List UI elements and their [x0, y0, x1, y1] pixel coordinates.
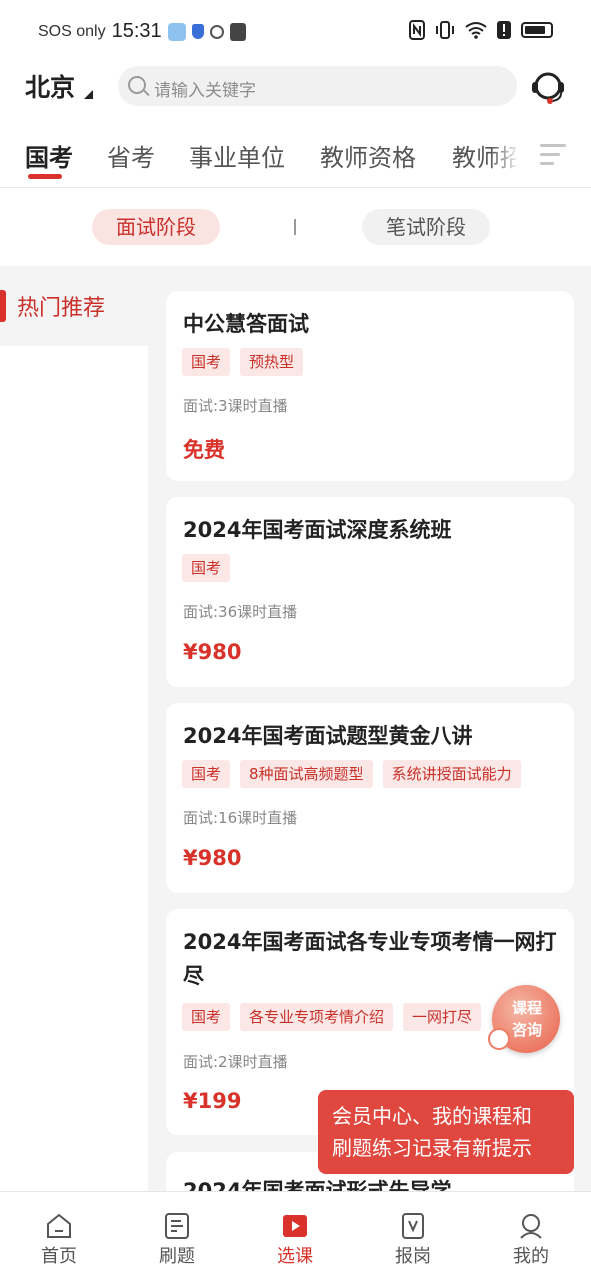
course-price: 免费	[183, 438, 225, 462]
course-tag: 国考	[182, 760, 231, 788]
course-card[interactable]: 中公慧答面试 国考 预热型 面试:3课时直播 免费	[166, 291, 574, 481]
course-lessons: 面试:3课时直播	[183, 397, 288, 415]
nav-label: 我的	[513, 1246, 549, 1267]
alert-icon	[497, 21, 511, 39]
search-icon	[128, 76, 146, 94]
wifi-icon	[465, 22, 487, 39]
course-tag: 预热型	[240, 348, 304, 376]
active-tab-indicator	[28, 174, 62, 179]
course-tag: 各专业专项考情介绍	[240, 1003, 394, 1031]
nav-label: 刷题	[159, 1246, 195, 1267]
bottom-nav: 首页 刷题 选课 报岗 我的	[0, 1191, 591, 1280]
interview-stage-pill[interactable]: 面试阶段	[92, 209, 220, 245]
sidebar-item-label: 热门推荐	[17, 296, 106, 321]
battery-icon	[521, 22, 553, 38]
home-icon	[47, 1213, 71, 1238]
nav-jobs[interactable]: 报岗	[354, 1192, 472, 1280]
clock: 15:31	[111, 20, 162, 42]
course-title: 2024年国考面试形式先导学	[183, 1179, 452, 1192]
header: 北京 请输入关键字	[0, 62, 591, 110]
status-right	[409, 20, 553, 40]
course-lessons: 面试:2课时直播	[183, 1053, 288, 1071]
weather-icon	[167, 22, 186, 41]
course-tags: 国考	[182, 554, 231, 582]
course-tag: 系统讲授面试能力	[382, 760, 521, 788]
nav-label: 报岗	[395, 1246, 431, 1267]
course-card[interactable]: 2024年国考面试题型黄金八讲 国考 8种面试高频题型 系统讲授面试能力 面试:…	[166, 703, 574, 893]
course-title: 中公慧答面试	[183, 312, 309, 336]
tab-jiaoshi-zige[interactable]: 教师资格	[320, 138, 416, 173]
bell-icon	[488, 1028, 510, 1050]
nav-label: 选课	[277, 1246, 313, 1267]
customer-service-icon[interactable]	[528, 66, 568, 106]
tab-shengkao[interactable]: 省考	[107, 138, 155, 173]
course-price: ¥199	[183, 1089, 242, 1113]
status-bar: SOS only 15:31	[0, 0, 591, 66]
search-placeholder: 请输入关键字	[154, 81, 256, 101]
course-title: 2024年国考面试题型黄金八讲	[183, 724, 473, 748]
sidebar-item-hot[interactable]: 热门推荐	[0, 266, 148, 346]
course-tag: 国考	[182, 348, 231, 376]
course-title: 2024年国考面试深度系统班	[183, 518, 452, 542]
course-tag: 国考	[182, 554, 231, 582]
course-tags: 国考 预热型	[182, 348, 304, 376]
nfc-icon	[409, 20, 425, 40]
written-stage-pill[interactable]: 笔试阶段	[362, 209, 490, 245]
nav-practice[interactable]: 刷题	[118, 1192, 236, 1280]
upload-icon	[229, 22, 246, 41]
tooltip-line-1: 会员中心、我的课程和	[332, 1104, 532, 1128]
user-icon	[520, 1214, 542, 1239]
tooltip-line-2: 刷题练习记录有新提示	[332, 1136, 532, 1160]
carrier-text: SOS only	[38, 22, 106, 40]
tab-fade	[490, 128, 520, 186]
nav-profile[interactable]: 我的	[472, 1192, 590, 1280]
notification-tooltip[interactable]: 会员中心、我的课程和 刷题练习记录有新提示	[318, 1090, 574, 1174]
course-lessons: 面试:36课时直播	[183, 603, 298, 621]
badge-icon	[402, 1213, 424, 1239]
course-list-area: 热门推荐 中公慧答面试 国考 预热型 面试:3课时直播 免费 2024年国考面试…	[0, 266, 591, 1192]
status-left: SOS only 15:31	[38, 20, 246, 43]
tab-shiye-danwei[interactable]: 事业单位	[189, 138, 285, 173]
shield-icon	[191, 24, 204, 39]
nav-home[interactable]: 首页	[0, 1192, 118, 1280]
nav-courses[interactable]: 选课	[236, 1192, 354, 1280]
nav-label: 首页	[41, 1246, 77, 1267]
consult-line-1: 课程	[511, 999, 542, 1017]
practice-icon	[165, 1213, 189, 1239]
play-icon	[283, 1215, 307, 1237]
tab-guokao[interactable]: 国考	[25, 138, 73, 173]
course-card[interactable]: 2024年国考面试深度系统班 国考 面试:36课时直播 ¥980	[166, 497, 574, 687]
sidebar: 热门推荐	[0, 266, 148, 1192]
course-price: ¥980	[183, 846, 242, 870]
consult-line-2: 咨询	[511, 1021, 542, 1039]
course-tag: 国考	[182, 1003, 231, 1031]
sidebar-active-indicator	[0, 290, 6, 322]
stage-separator	[294, 219, 296, 235]
course-lessons: 面试:16课时直播	[183, 809, 298, 827]
course-tag: 一网打尽	[403, 1003, 482, 1031]
course-price: ¥980	[183, 640, 242, 664]
caret-down-icon[interactable]	[84, 90, 93, 99]
search-input[interactable]: 请输入关键字	[118, 66, 517, 106]
consult-label: 课程 咨询	[502, 997, 552, 1041]
vibrate-icon	[436, 21, 454, 39]
course-tag: 8种面试高频题型	[240, 760, 373, 788]
course-title: 2024年国考面试各专业专项考情一网打尽	[183, 930, 557, 988]
course-tags: 国考 各专业专项考情介绍 一网打尽	[182, 1003, 482, 1031]
course-tags: 国考 8种面试高频题型 系统讲授面试能力	[182, 760, 521, 788]
category-tabs: 国考 省考 事业单位 教师资格 教师招	[0, 128, 591, 186]
menu-icon[interactable]	[540, 142, 566, 168]
alarm-icon	[209, 24, 224, 39]
city-selector[interactable]: 北京	[25, 68, 75, 104]
